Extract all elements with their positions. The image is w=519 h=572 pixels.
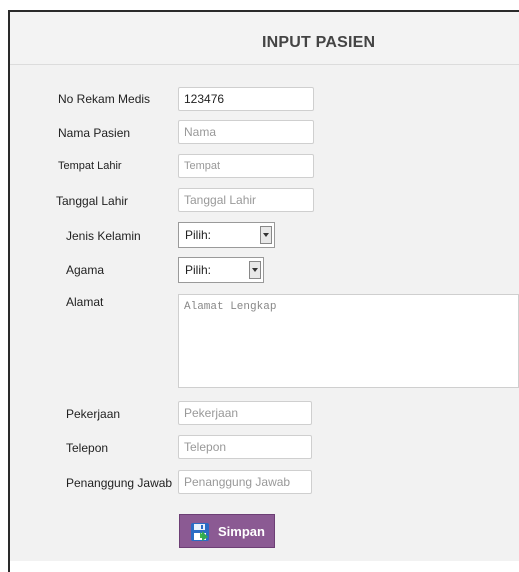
nama-pasien-label: Nama Pasien (58, 126, 131, 140)
tanggal-lahir-label: Tanggal Lahir (56, 194, 129, 208)
agama-label: Agama (66, 263, 105, 277)
penanggung-jawab-label: Penanggung Jawab (66, 476, 173, 490)
telepon-input[interactable]: Telepon (178, 435, 312, 459)
tempat-lahir-label: Tempat Lahir (58, 160, 122, 172)
no-rekam-medis-label: No Rekam Medis (58, 92, 151, 106)
chevron-down-icon[interactable] (249, 261, 261, 279)
simpan-button[interactable]: Simpan (179, 514, 275, 548)
jenis-kelamin-label: Jenis Kelamin (66, 229, 141, 243)
simpan-button-label: Simpan (218, 524, 265, 539)
jenis-kelamin-selected: Pilih: (185, 228, 212, 242)
chevron-down-icon[interactable] (260, 226, 272, 244)
form-header: INPUT PASIEN (10, 12, 519, 65)
penanggung-jawab-input[interactable]: Penanggung Jawab (178, 470, 312, 494)
form-body: No Rekam Medis 123476 Nama Pasien Nama T… (10, 65, 519, 561)
save-icon (191, 523, 209, 541)
alamat-label: Alamat (66, 295, 104, 309)
tempat-lahir-input[interactable]: Tempat (178, 154, 314, 178)
alamat-textarea[interactable]: Alamat Lengkap (178, 294, 519, 388)
jenis-kelamin-select[interactable]: Pilih: (178, 222, 275, 248)
page-title: INPUT PASIEN (262, 34, 376, 51)
agama-selected: Pilih: (185, 263, 212, 277)
pekerjaan-input[interactable]: Pekerjaan (178, 401, 312, 425)
nama-pasien-input[interactable]: Nama (178, 120, 314, 144)
pekerjaan-label: Pekerjaan (66, 407, 121, 421)
input-pasien-form: INPUT PASIEN No Rekam Medis 123476 Nama … (8, 10, 519, 572)
tanggal-lahir-input[interactable]: Tanggal Lahir (178, 188, 314, 212)
telepon-label: Telepon (66, 441, 109, 455)
agama-select[interactable]: Pilih: (178, 257, 264, 283)
no-rekam-medis-input[interactable]: 123476 (178, 87, 314, 111)
